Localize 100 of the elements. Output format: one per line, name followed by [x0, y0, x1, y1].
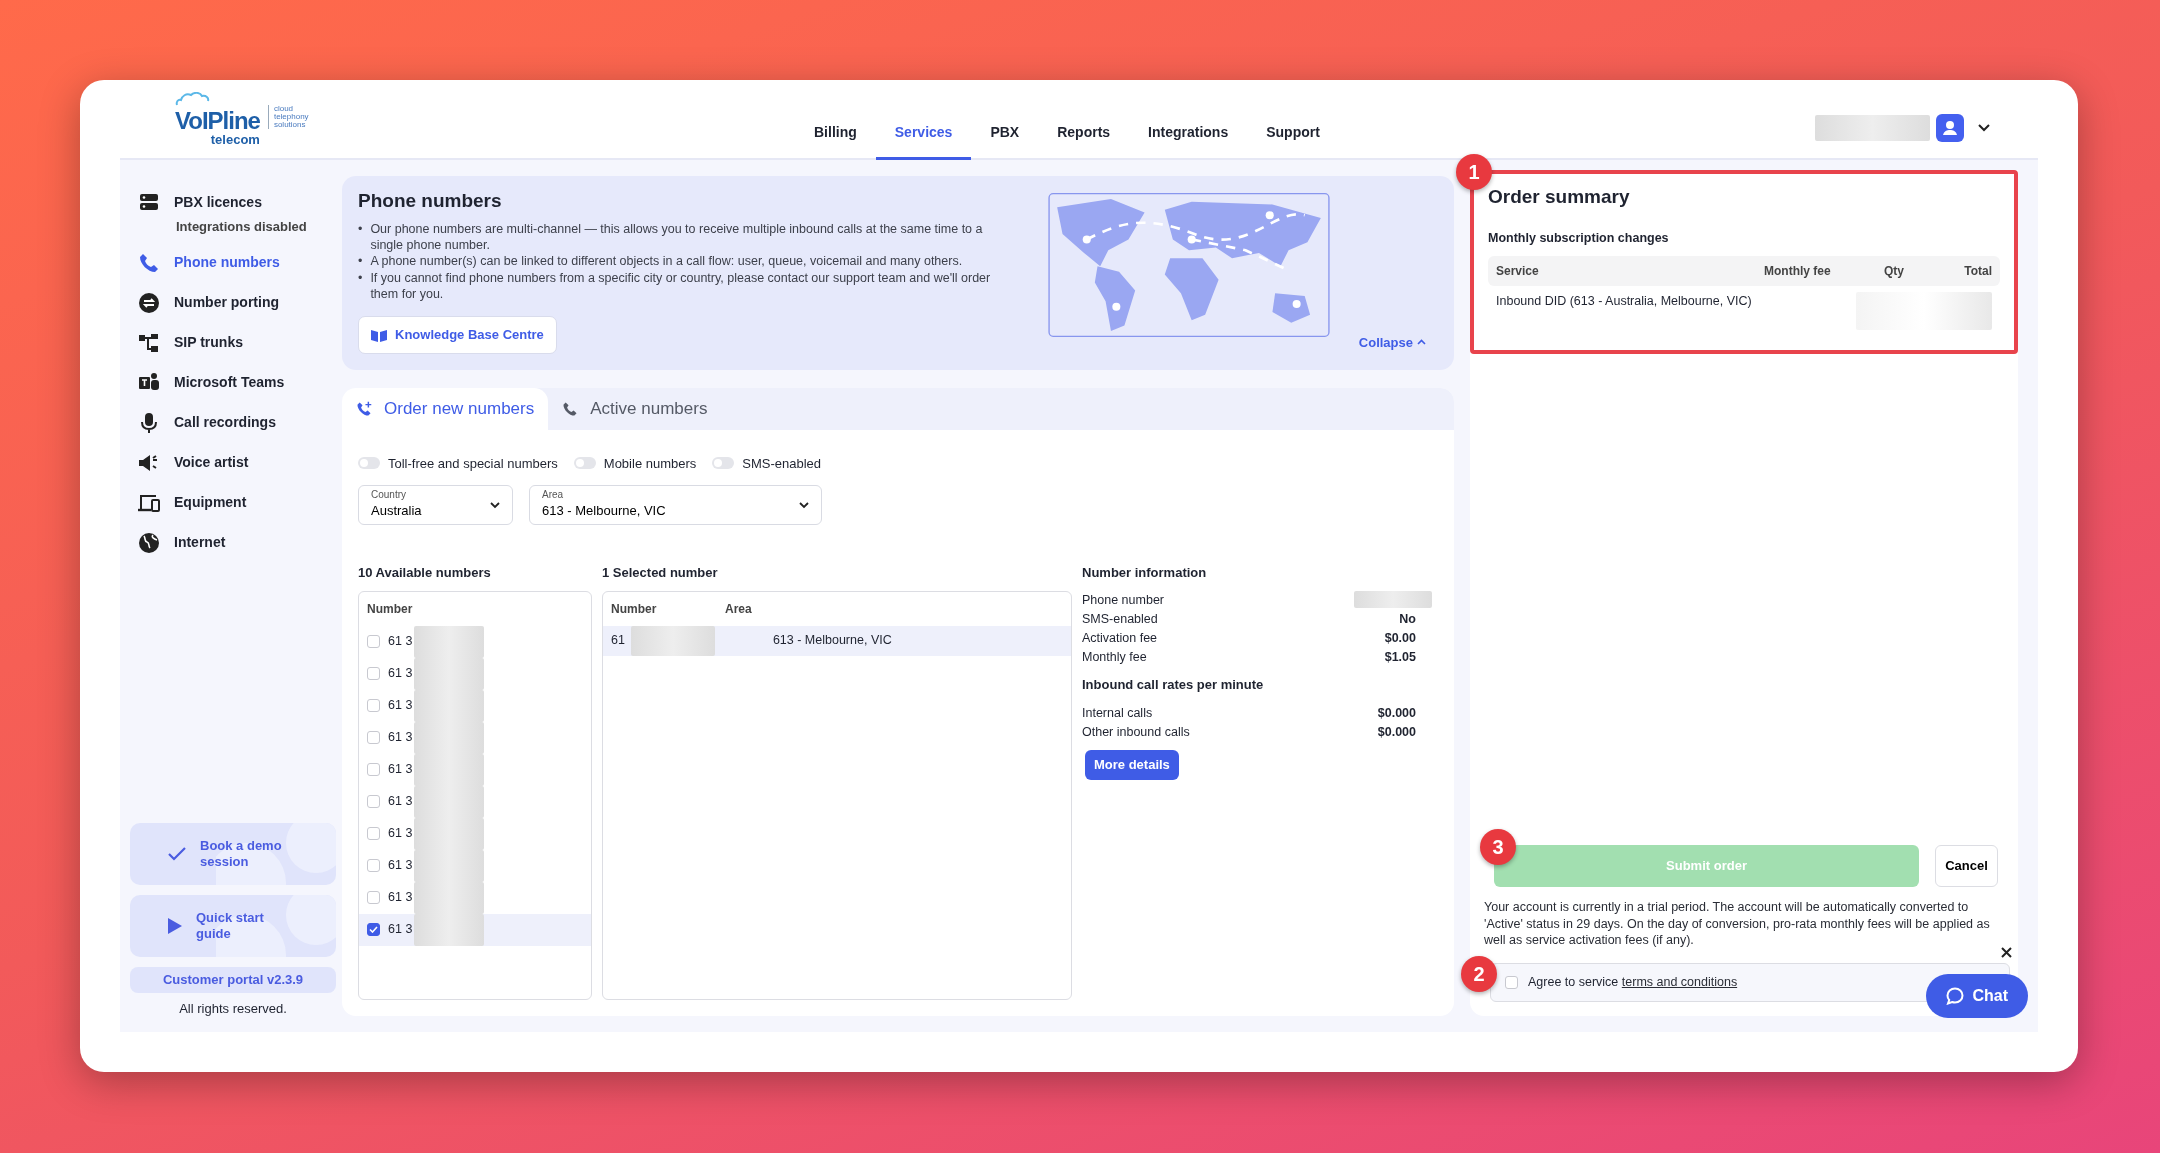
check-icon: [168, 847, 186, 861]
avatar-icon[interactable]: [1936, 114, 1964, 142]
sidebar-item[interactable]: Equipment: [124, 482, 342, 523]
microphone-icon: [138, 411, 160, 434]
banner-title: Phone numbers: [358, 190, 503, 213]
number-text: 61 3: [388, 729, 413, 747]
phone-plus-icon: [356, 400, 372, 417]
sidebar-item[interactable]: Phone numbers: [124, 242, 342, 283]
bullet-text: A phone number(s) can be linked to different objects in a call flow: user, queue, voicemail and many others.: [370, 253, 963, 270]
blurred-text: [414, 913, 485, 946]
checkbox[interactable]: [367, 859, 380, 872]
tab[interactable]: Order new numbers: [342, 388, 549, 430]
checkbox[interactable]: [367, 667, 380, 680]
column-header: Area: [724, 600, 753, 618]
sidebar-item[interactable]: SIP trunks: [124, 322, 342, 363]
list-title: 10 Available numbers: [358, 564, 492, 582]
guide-button[interactable]: Quick start guide: [130, 895, 336, 957]
sidebar-item[interactable]: Microsoft Teams: [124, 362, 342, 403]
book-icon: [371, 327, 387, 342]
info-label: Internal calls: [1082, 705, 1153, 722]
bullet-text: If you cannot find phone numbers from a specific city or country, please contact our support team and we'll order them for you.: [370, 269, 992, 303]
toggle-switch[interactable]: Toll-free and special numbers: [358, 453, 558, 473]
chat-bubble-icon: [1946, 987, 1965, 1005]
number-text: 61 3: [388, 825, 413, 843]
terms-link[interactable]: terms and conditions: [1621, 975, 1738, 990]
number-text: 61 3: [388, 921, 413, 939]
logo-text: VoIPline: [175, 109, 260, 133]
select-field[interactable]: Country Australia: [358, 485, 513, 525]
bullet-text: Our phone numbers are multi-channel — this allows you to receive multiple inbound calls at the same time to a single phone number.: [370, 220, 984, 254]
chat-button[interactable]: Chat: [1926, 974, 2028, 1018]
toggle-switch[interactable]: SMS-enabled: [712, 453, 822, 473]
number-text: 61 3: [388, 793, 413, 811]
version-label: Customer portal v2.3.9: [130, 967, 336, 993]
area-text: 613 - Melbourne, VIC: [772, 632, 892, 650]
number-text: 61: [611, 632, 625, 650]
checkbox[interactable]: [367, 699, 380, 712]
checkbox[interactable]: [367, 763, 380, 776]
cancel-button[interactable]: Cancel: [1935, 844, 1998, 887]
info-label: Phone number: [1082, 591, 1164, 609]
chevron-down-icon[interactable]: [1978, 124, 1990, 132]
checkbox[interactable]: [367, 891, 380, 904]
more-details-button[interactable]: More details: [1085, 750, 1179, 780]
bullet-marker: •: [358, 220, 363, 238]
select-field[interactable]: Area 613 - Melbourne, VIC: [529, 485, 822, 525]
phone-icon: [138, 251, 160, 274]
sidebar-item[interactable]: Internet: [124, 522, 342, 563]
number-text: 61 3: [388, 665, 413, 683]
checkbox[interactable]: [367, 795, 380, 808]
bullet-marker: •: [358, 253, 363, 270]
info-label: Other inbound calls: [1082, 724, 1190, 741]
info-value: $0.000: [1377, 705, 1416, 722]
nav-tab[interactable]: Reports: [1038, 112, 1130, 160]
info-value: $0.000: [1377, 724, 1416, 741]
nav-tab[interactable]: Integrations: [1129, 112, 1248, 160]
number-text: 61 3: [388, 889, 413, 907]
tab[interactable]: Active numbers: [548, 388, 722, 430]
sidebar-item[interactable]: Number porting: [124, 282, 342, 323]
toggle-switch[interactable]: Mobile numbers: [573, 453, 697, 473]
table-cell-text: Inbound DID (613 - Australia, Melbourne, VIC): [1496, 292, 1753, 310]
globe-icon: [138, 531, 160, 554]
marker-badge: 3: [1480, 828, 1516, 865]
column-header: Number: [366, 600, 414, 618]
copyright-text: All rights reserved.: [178, 999, 288, 1018]
nodes-icon: [138, 331, 160, 354]
checkbox[interactable]: [367, 923, 380, 936]
notice-text: Your account is currently in a trial period. The account will be automatically converted to 'Active' status in 29 days. On the day of conversion, pro-rata monthly fees will be applied as well as service activation fees (if any).: [1484, 898, 1991, 950]
chevron-up-icon: [1417, 339, 1426, 346]
column-header: Number: [610, 600, 658, 618]
info-title: Number information: [1082, 564, 1208, 582]
number-text: 61 3: [388, 633, 413, 651]
checkbox[interactable]: [367, 731, 380, 744]
logo-tagline: solutions: [273, 121, 306, 129]
checkbox[interactable]: [367, 827, 380, 840]
info-value: No: [1399, 610, 1416, 628]
demo-button[interactable]: Book a demo session: [130, 823, 336, 885]
logo-tagline: telephony: [273, 113, 309, 121]
sidebar-item[interactable]: Voice artist: [124, 442, 342, 483]
table-header: Service Monthly fee Qty Total: [1488, 255, 2000, 286]
nav-tab[interactable]: Support: [1247, 112, 1339, 160]
checkbox[interactable]: [1505, 976, 1518, 990]
nav-tab[interactable]: Billing: [795, 112, 876, 160]
info-value: $0.00: [1384, 629, 1416, 647]
info-value: $1.05: [1384, 648, 1416, 666]
swap-icon: [138, 291, 160, 314]
number-text: 61 3: [388, 761, 413, 779]
collapse-link[interactable]: Collapse: [1358, 332, 1426, 352]
summary-subtitle: Monthly subscription changes: [1488, 229, 1670, 247]
info-label: SMS-enabled: [1082, 610, 1158, 628]
play-icon: [168, 918, 182, 934]
marker-badge: 1: [1456, 154, 1492, 190]
logo-tagline: cloud: [273, 105, 295, 113]
nav-tab[interactable]: PBX: [971, 112, 1039, 160]
sidebar-item[interactable]: Call recordings: [124, 402, 342, 443]
checkbox[interactable]: [367, 635, 380, 648]
chevron-down-icon: [490, 501, 500, 509]
number-text: 61 3: [388, 857, 413, 875]
close-button[interactable]: [2001, 947, 2012, 958]
blurred-text: [414, 625, 485, 658]
close-icon: [2001, 947, 2012, 958]
knowledge-base-button[interactable]: Knowledge Base Centre: [358, 316, 557, 354]
